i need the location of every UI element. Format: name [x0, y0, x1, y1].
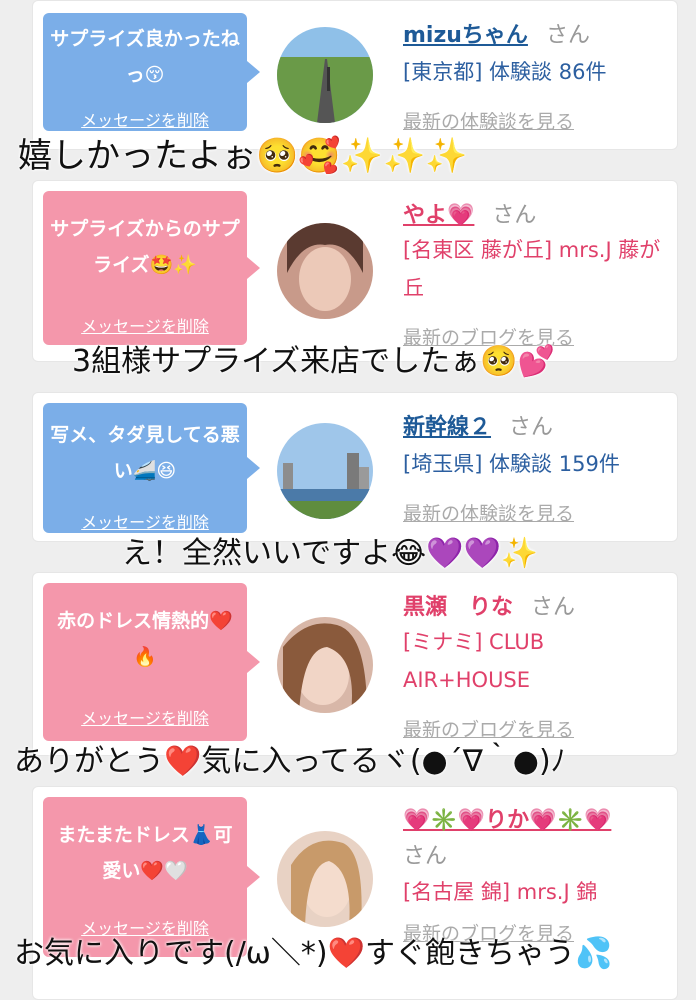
user-name-link[interactable]: 黒瀬 りな	[403, 595, 513, 620]
message-text: サプライズからのサプライズ🤩✨	[50, 218, 240, 276]
message-card: 赤のドレス情熱的❤️🔥 メッセージを削除 黒瀬 りな さん [ミナミ] CLUB …	[32, 572, 678, 756]
user-name-link[interactable]: 💗✳️💗りか💗✳️💗	[403, 808, 611, 833]
message-bubble: 写メ、タダ見してる悪い🚄😆 メッセージを削除	[43, 403, 260, 533]
overlay-caption: え！全然いいですよ😂💜💜✨	[122, 536, 539, 571]
honorific: さん	[492, 203, 537, 228]
latest-link[interactable]: 最新の体験談を見る	[403, 499, 574, 526]
user-name-link[interactable]: やよ💗	[403, 203, 474, 228]
honorific: さん	[509, 415, 554, 440]
user-detail: [名東区 藤が丘] mrs.J 藤が丘	[403, 238, 661, 300]
avatar[interactable]	[277, 223, 373, 319]
delete-message-link[interactable]: メッセージを削除	[43, 705, 247, 729]
user-name-line: 黒瀬 りな さん	[403, 589, 575, 621]
avatar-image-road	[277, 27, 373, 123]
avatar-image-portrait	[277, 223, 373, 319]
message-card: 写メ、タダ見してる悪い🚄😆 メッセージを削除 新幹線２ さん [埼玉県] 体験談 …	[32, 392, 678, 542]
avatar[interactable]	[277, 27, 373, 123]
message-text: またまたドレス👗可愛い❤️🤍	[57, 824, 233, 882]
user-detail: [名古屋 錦] mrs.J 錦	[403, 880, 598, 904]
honorific: さん	[545, 23, 590, 48]
overlay-caption: ありがとう❤️気に入ってるヾ(●´∇｀●)ﾉ	[14, 744, 566, 779]
message-text: 赤のドレス情熱的❤️🔥	[57, 610, 233, 668]
delete-message-link[interactable]: メッセージを削除	[43, 313, 247, 337]
user-name-link[interactable]: 新幹線２	[403, 415, 491, 440]
avatar-image-portrait	[277, 831, 373, 927]
avatar[interactable]	[277, 831, 373, 927]
avatar[interactable]	[277, 617, 373, 713]
user-name-line: mizuちゃん さん	[403, 17, 590, 49]
user-detail: [ミナミ] CLUB AIR+HOUSE	[403, 630, 545, 692]
message-bubble: 赤のドレス情熱的❤️🔥 メッセージを削除	[43, 583, 260, 741]
user-name-line: 💗✳️💗りか💗✳️💗 さん	[403, 803, 673, 875]
honorific: さん	[403, 844, 448, 869]
user-name-link[interactable]: mizuちゃん	[403, 23, 528, 48]
overlay-caption: お気に入りです(/ω＼*)❤️すぐ飽きちゃう💦	[14, 936, 613, 971]
message-card: サプライズからのサプライズ🤩✨ メッセージを削除 やよ💗 さん [名東区 藤が丘]…	[32, 180, 678, 362]
avatar-image-cityscape	[277, 423, 373, 519]
user-detail: [埼玉県] 体験談 159件	[403, 452, 620, 476]
overlay-caption: 3組様サプライズ来店でしたぁ🥺💕	[72, 344, 555, 379]
message-text: 写メ、タダ見してる悪い🚄😆	[50, 424, 240, 482]
user-name-line: 新幹線２ さん	[403, 409, 553, 441]
overlay-caption: 嬉しかったよぉ🥺🥰✨✨✨	[18, 136, 468, 176]
avatar-image-portrait	[277, 617, 373, 713]
user-name-line: やよ💗 さん	[403, 197, 536, 229]
message-bubble: サプライズ良かったねっ😚 メッセージを削除	[43, 13, 260, 131]
message-bubble: サプライズからのサプライズ🤩✨ メッセージを削除	[43, 191, 260, 345]
user-detail: [東京都] 体験談 86件	[403, 60, 607, 84]
message-text: サプライズ良かったねっ😚	[50, 28, 240, 86]
honorific: さん	[531, 595, 576, 620]
avatar[interactable]	[277, 423, 373, 519]
